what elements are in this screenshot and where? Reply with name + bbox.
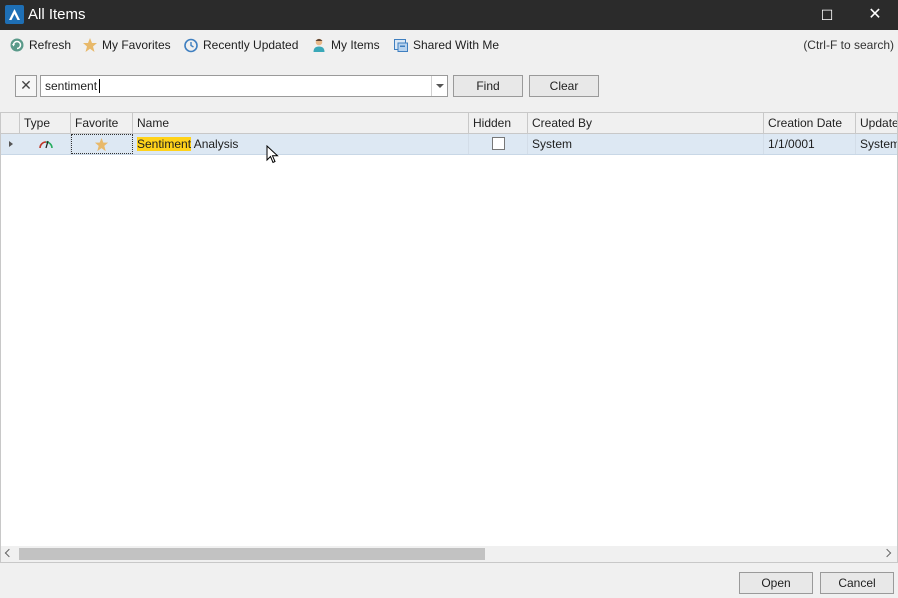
search-combobox[interactable] [40, 75, 448, 97]
header-row-selector [1, 113, 20, 134]
maximize-button[interactable]: ☐ [804, 0, 850, 30]
shared-with-me-button[interactable]: Shared With Me [393, 37, 499, 53]
horizontal-scrollbar[interactable] [1, 546, 897, 562]
shared-icon [393, 37, 409, 53]
hidden-cell [469, 134, 528, 154]
recently-updated-label: Recently Updated [203, 38, 299, 52]
toolbar: Refresh My Favorites Recently Updated My… [0, 30, 898, 60]
favorite-cell[interactable] [71, 134, 133, 154]
created-by-cell: System [528, 134, 764, 154]
column-header-hidden[interactable]: Hidden [469, 113, 528, 134]
clock-icon [183, 37, 199, 53]
user-icon [311, 37, 327, 53]
recently-updated-button[interactable]: Recently Updated [183, 37, 298, 53]
star-icon[interactable] [94, 137, 109, 153]
name-rest: Analysis [191, 137, 239, 151]
items-grid: Type Favorite Name Hidden Created By Cre… [0, 112, 898, 563]
my-items-label: My Items [331, 38, 380, 52]
table-row[interactable]: Sentiment Analysis System 1/1/0001 Syste… [1, 134, 898, 155]
chevron-down-icon[interactable] [431, 76, 447, 96]
refresh-label: Refresh [29, 38, 72, 52]
column-header-type[interactable]: Type [20, 113, 71, 134]
grid-header: Type Favorite Name Hidden Created By Cre… [1, 113, 897, 134]
star-icon [82, 37, 98, 53]
updated-by-cell: System [860, 137, 898, 151]
title-bar: All Items ☐ ✕ [0, 0, 898, 30]
find-button[interactable]: Find [453, 75, 523, 97]
open-button[interactable]: Open [739, 572, 813, 594]
scrollbar-thumb[interactable] [19, 548, 485, 560]
expand-row-icon[interactable] [1, 134, 20, 154]
gauge-icon [38, 136, 54, 154]
column-header-name[interactable]: Name [133, 113, 469, 134]
clear-button[interactable]: Clear [529, 75, 599, 97]
app-logo-icon [5, 5, 24, 24]
scroll-right-icon[interactable] [881, 546, 897, 562]
mouse-cursor-icon [266, 144, 280, 165]
dialog-footer: Open Cancel [0, 563, 898, 598]
column-header-updated-by[interactable]: Update [856, 113, 897, 134]
close-window-button[interactable]: ✕ [852, 0, 898, 30]
my-favorites-label: My Favorites [102, 38, 171, 52]
column-header-created-by[interactable]: Created By [528, 113, 764, 134]
column-header-favorite[interactable]: Favorite [71, 113, 133, 134]
my-favorites-button[interactable]: My Favorites [82, 37, 171, 53]
shared-with-me-label: Shared With Me [413, 38, 500, 52]
refresh-button[interactable]: Refresh [9, 37, 71, 53]
type-cell [20, 134, 71, 154]
cancel-button[interactable]: Cancel [820, 572, 894, 594]
creation-date-cell: 1/1/0001 [764, 134, 856, 154]
scroll-left-icon[interactable] [1, 546, 17, 562]
search-area: ✕ Find Clear [0, 60, 898, 112]
name-cell: Sentiment Analysis [133, 134, 469, 154]
search-match-highlight: Sentiment [137, 137, 192, 151]
hidden-checkbox[interactable] [492, 137, 505, 150]
text-caret [99, 79, 100, 93]
refresh-icon [9, 37, 25, 53]
my-items-button[interactable]: My Items [311, 37, 380, 53]
search-shortcut-hint: (Ctrl-F to search) [803, 38, 894, 52]
clear-search-button[interactable]: ✕ [15, 75, 37, 97]
column-header-creation-date[interactable]: Creation Date [764, 113, 856, 134]
window-title: All Items [28, 6, 86, 23]
